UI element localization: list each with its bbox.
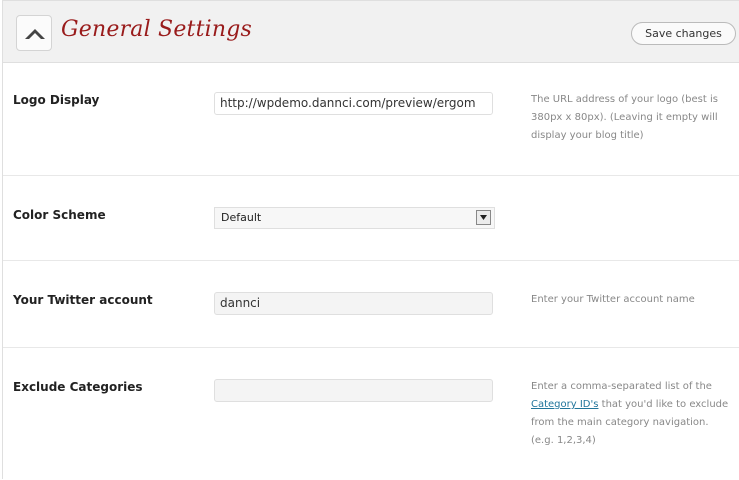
twitter-help-text: Enter your Twitter account name [531, 294, 695, 305]
collapse-toggle[interactable] [16, 15, 52, 51]
twitter-account-input[interactable]: dannci [214, 292, 493, 315]
exclude-categories-help-text: Enter a comma-separated list of the Cate… [531, 378, 731, 450]
dropdown-arrow-icon[interactable] [476, 210, 491, 225]
twitter-account-label: Your Twitter account [13, 293, 153, 307]
logo-url-input[interactable]: http://wpdemo.dannci.com/preview/ergom [214, 92, 493, 115]
category-ids-link[interactable]: Category ID's [531, 399, 598, 410]
exclude-categories-label: Exclude Categories [13, 380, 143, 394]
color-scheme-row: Color Scheme Default [3, 176, 739, 261]
help-text-before: Enter a comma-separated list of the [531, 381, 712, 392]
twitter-account-row: Your Twitter account dannci Enter your T… [3, 261, 739, 348]
color-scheme-select[interactable]: Default [214, 207, 495, 229]
logo-display-row: Logo Display http://wpdemo.dannci.com/pr… [3, 63, 739, 176]
settings-panel: General Settings Save changes Logo Displ… [2, 0, 739, 479]
logo-display-label: Logo Display [13, 93, 100, 107]
page-title: General Settings [61, 17, 252, 42]
color-scheme-label: Color Scheme [13, 208, 106, 222]
save-changes-button[interactable]: Save changes [631, 22, 736, 45]
logo-help-text: The URL address of your logo (best is 38… [531, 94, 718, 141]
chevron-up-icon [25, 29, 45, 39]
color-scheme-selected-value: Default [221, 211, 262, 224]
exclude-categories-input[interactable] [214, 379, 493, 402]
panel-header: General Settings Save changes [3, 1, 739, 63]
exclude-categories-row: Exclude Categories Enter a comma-separat… [3, 348, 739, 480]
